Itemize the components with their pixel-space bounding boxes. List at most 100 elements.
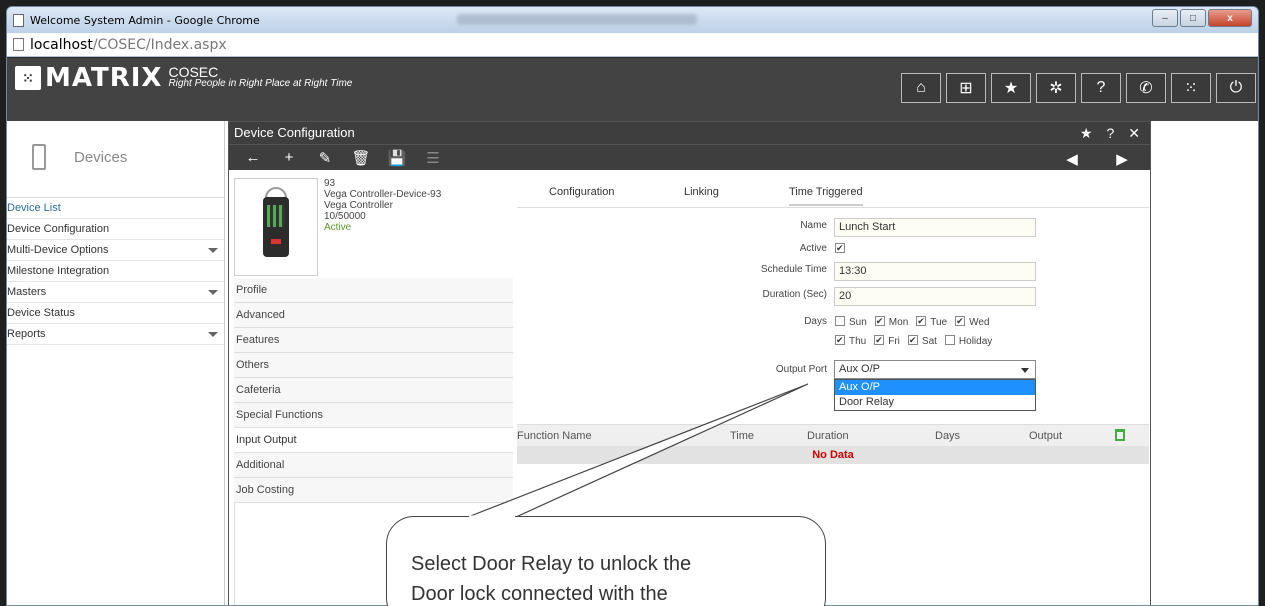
day-fri[interactable]: Fri: [874, 335, 900, 347]
output-port-options: Aux O/P Door Relay: [834, 379, 1036, 411]
url-host: localhost: [30, 36, 93, 53]
output-port-label: Output Port: [775, 364, 827, 375]
active-checkbox[interactable]: [835, 243, 845, 253]
day-checkbox[interactable]: [955, 316, 966, 326]
device-card: 93 Vega Controller-Device-93 Vega Contro…: [234, 178, 511, 276]
day-thu[interactable]: Thu: [835, 335, 866, 347]
next-record-icon[interactable]: ▶: [1104, 150, 1140, 168]
power-icon[interactable]: ⏻: [1216, 73, 1256, 103]
help-icon[interactable]: ?: [1081, 73, 1121, 103]
category-input-output[interactable]: Input Output: [234, 428, 513, 453]
app-logo[interactable]: ⁙ MATRIX COSEC Right People in Right Pla…: [15, 65, 353, 91]
save-icon[interactable]: 💾: [379, 149, 415, 167]
day-label: Sat: [921, 336, 937, 347]
gear-icon[interactable]: ✲: [1036, 73, 1076, 103]
phone-icon[interactable]: ✆: [1126, 73, 1166, 103]
output-port-select[interactable]: Aux O/P: [834, 360, 1036, 379]
category-special-functions[interactable]: Special Functions: [234, 403, 513, 428]
page-info-icon: [13, 38, 24, 51]
product-block: COSEC Right People in Right Place at Rig…: [168, 65, 353, 90]
add-icon[interactable]: +: [271, 149, 307, 166]
minimize-button[interactable]: ‒: [1152, 9, 1178, 27]
day-sat[interactable]: Sat: [907, 335, 937, 347]
day-checkbox[interactable]: [916, 316, 927, 326]
tab-configuration[interactable]: Configuration: [549, 186, 614, 198]
list-icon[interactable]: ☰: [415, 149, 451, 167]
dialog-toolbar: ← + ✎ 🗑 💾 ☰ ◀ ▶: [229, 144, 1150, 170]
maximize-button[interactable]: □: [1180, 9, 1206, 27]
chevron-down-icon: [208, 332, 218, 337]
favorite-icon[interactable]: ★: [1080, 122, 1093, 144]
category-others[interactable]: Others: [234, 353, 513, 378]
tab-time-triggered[interactable]: Time Triggered: [789, 186, 863, 206]
name-field[interactable]: Lunch Start: [834, 218, 1036, 237]
browser-title: Welcome System Admin - Google Chrome: [30, 13, 260, 27]
record-navigation: ◀ ▶: [1054, 150, 1140, 168]
day-label: Tue: [930, 317, 948, 328]
category-advanced[interactable]: Advanced: [234, 303, 513, 328]
column-header-output[interactable]: Output: [1029, 430, 1062, 442]
device-status: Active: [324, 222, 352, 233]
day-checkbox[interactable]: [944, 335, 955, 345]
tagline: Right People in Right Place at Right Tim…: [168, 78, 353, 89]
schedule-time-field[interactable]: 13:30: [834, 262, 1036, 281]
day-checkbox[interactable]: [835, 316, 845, 326]
day-holiday[interactable]: Holiday: [944, 335, 992, 347]
sidebar-item-device-configuration[interactable]: Device Configuration: [7, 219, 224, 240]
name-label: Name: [800, 220, 827, 231]
category-features[interactable]: Features: [234, 328, 513, 353]
star-icon[interactable]: ★: [991, 73, 1031, 103]
sidebar-item-label: Masters: [7, 286, 47, 298]
home-icon[interactable]: ⌂: [901, 73, 941, 103]
sidebar-item-milestone-integration[interactable]: Milestone Integration: [7, 261, 224, 282]
callout-line-1: Select Door Relay to unlock the: [411, 553, 692, 575]
category-job-costing[interactable]: Job Costing: [234, 478, 513, 503]
sidebar-item-multi-device-options[interactable]: Multi-Device Options: [7, 240, 224, 261]
column-header-time[interactable]: Time: [730, 430, 754, 442]
day-checkbox[interactable]: [874, 316, 885, 326]
output-option-door-relay[interactable]: Door Relay: [835, 395, 1035, 410]
active-label: Active: [799, 243, 827, 254]
output-option-aux-o-p[interactable]: Aux O/P: [835, 380, 1035, 395]
day-checkbox[interactable]: [835, 335, 845, 345]
sidebar-item-masters[interactable]: Masters: [7, 282, 224, 303]
close-icon[interactable]: ✕: [1128, 122, 1140, 144]
delete-all-icon[interactable]: [1115, 429, 1125, 441]
column-header-function-name[interactable]: Function Name: [517, 430, 592, 442]
day-wed[interactable]: Wed: [955, 316, 990, 328]
delete-icon[interactable]: 🗑: [343, 149, 379, 167]
day-mon[interactable]: Mon: [874, 316, 908, 328]
help-icon[interactable]: ?: [1106, 122, 1114, 144]
tab-linking[interactable]: Linking: [684, 186, 719, 198]
schedule-time-label: Schedule Time: [760, 264, 827, 275]
sidebar-item-label: Device Configuration: [7, 223, 110, 235]
day-tue[interactable]: Tue: [916, 316, 948, 328]
address-bar[interactable]: localhost/COSEC/Index.aspx: [7, 33, 1258, 57]
dialog-titlebar: Device Configuration ★ ? ✕: [229, 122, 1150, 144]
blurred-title-text: [457, 14, 697, 25]
category-profile[interactable]: Profile: [234, 278, 513, 303]
device-model: Vega Controller: [324, 200, 393, 211]
column-header-duration[interactable]: Duration: [807, 430, 849, 442]
day-checkbox[interactable]: [874, 335, 885, 345]
instruction-callout: Select Door Relay to unlock the Door loc…: [386, 516, 826, 606]
prev-record-icon[interactable]: ◀: [1054, 150, 1090, 168]
column-header-days[interactable]: Days: [935, 430, 960, 442]
duration-field[interactable]: 20: [834, 287, 1036, 306]
category-cafeteria[interactable]: Cafeteria: [234, 378, 513, 403]
page-icon: [13, 13, 24, 27]
day-sun[interactable]: Sun: [835, 316, 867, 328]
day-checkbox[interactable]: [907, 335, 918, 345]
browser-titlebar: Welcome System Admin - Google Chrome ‒ □…: [7, 7, 1258, 33]
edit-icon[interactable]: ✎: [307, 149, 343, 167]
matrix-icon[interactable]: ⁙: [1171, 73, 1211, 103]
sidebar-item-device-list[interactable]: Device List: [7, 198, 224, 219]
sidebar-item-label: Reports: [7, 328, 46, 340]
category-additional[interactable]: Additional: [234, 453, 513, 478]
sidebar-item-device-status[interactable]: Device Status: [7, 303, 224, 324]
device-icon: [32, 144, 46, 170]
close-window-button[interactable]: x: [1208, 9, 1252, 27]
sidebar-item-reports[interactable]: Reports: [7, 324, 224, 345]
back-icon[interactable]: ←: [235, 149, 271, 166]
grid-icon[interactable]: ⊞: [946, 73, 986, 103]
